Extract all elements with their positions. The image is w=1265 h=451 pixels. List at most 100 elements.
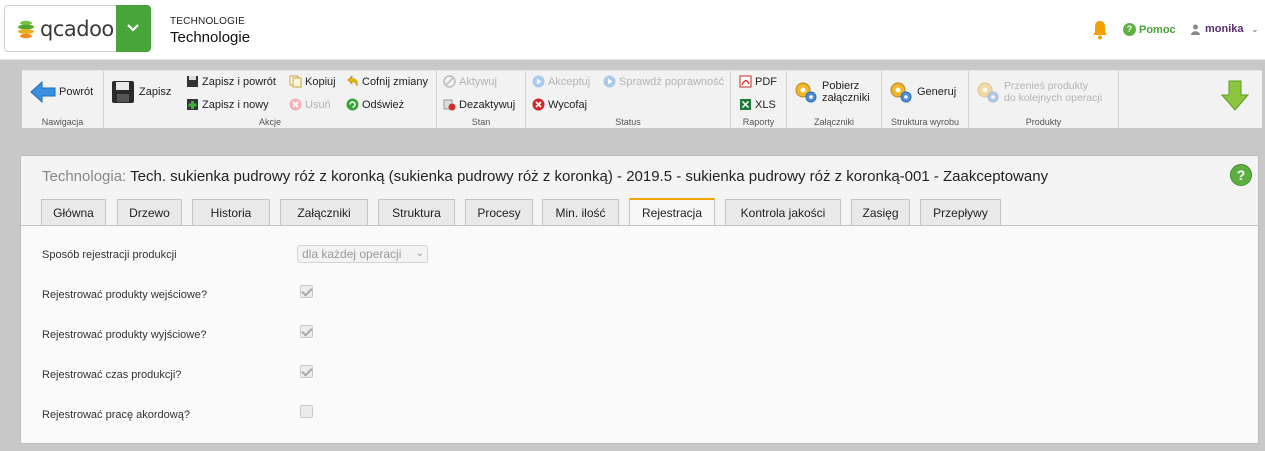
- copy-icon: [289, 75, 302, 88]
- register-production-time-checkbox[interactable]: [300, 365, 313, 378]
- help-link[interactable]: ? Pomoc: [1123, 23, 1176, 36]
- user-name: monika: [1205, 23, 1244, 35]
- floppy-disk-icon: [112, 81, 134, 103]
- ribbon-group-state: Aktywuj Dezaktywuj Stan: [437, 71, 526, 129]
- copy-button[interactable]: Kopiuj: [289, 75, 336, 88]
- production-registration-mode-label: Sposób rejestracji produkcji: [42, 249, 177, 261]
- deactivate-label: Dezaktywuj: [459, 98, 516, 111]
- app-category: TECHNOLOGIE: [170, 16, 245, 27]
- chevron-down-icon: ⌄: [1251, 24, 1259, 34]
- save-new-icon: [187, 99, 198, 110]
- save-button[interactable]: Zapisz: [110, 79, 171, 105]
- xls-icon: [740, 99, 751, 110]
- technology-form-panel: Technologia: Tech. sukienka pudrowy róż …: [20, 155, 1259, 444]
- download-attachments-label: Pobierz załączniki: [822, 80, 870, 104]
- tab-struktura[interactable]: Struktura: [378, 199, 455, 225]
- tab-przeplywy[interactable]: Przepływy: [920, 199, 1001, 225]
- tab-historia[interactable]: Historia: [192, 199, 270, 225]
- tab-zalaczniki[interactable]: Załączniki: [280, 199, 368, 225]
- delete-label: Usuń: [305, 98, 331, 111]
- user-icon: [1191, 24, 1200, 35]
- move-products-label: Przenieś produkty do kolejnych operacji: [1004, 80, 1102, 104]
- ribbon-group-actions: Zapisz Zapisz i powrót Zapisz i nowy Kop…: [104, 71, 437, 129]
- arrow-left-icon: [30, 80, 56, 104]
- chevron-down-icon: [127, 24, 139, 32]
- download-attachments-label-line2: załączniki: [822, 92, 870, 104]
- tab-glowna[interactable]: Główna: [41, 199, 106, 225]
- gears-icon: [890, 82, 912, 103]
- tab-kontrola-jakosci[interactable]: Kontrola jakości: [725, 199, 841, 225]
- arrow-down-icon[interactable]: [1220, 80, 1250, 112]
- activate-icon: [443, 75, 456, 88]
- register-production-time-label: Rejestrować czas produkcji?: [42, 369, 182, 381]
- gears-icon: [795, 82, 817, 103]
- help-label: Pomoc: [1139, 23, 1176, 36]
- top-bar: qcadoo TECHNOLOGIE Technologie ? Pomoc m…: [0, 0, 1265, 60]
- form-title: Technologia: Tech. sukienka pudrowy róż …: [42, 168, 1048, 185]
- user-menu[interactable]: monika ⌄: [1191, 23, 1258, 35]
- ribbon-group-status: Akceptuj Sprawdź poprawność Wycofaj Stat…: [526, 71, 731, 129]
- refresh-button[interactable]: Odśwież: [346, 98, 404, 111]
- group-label-status: Status: [615, 117, 641, 127]
- generate-label: Generuj: [917, 86, 957, 98]
- tab-min-ilosc[interactable]: Min. ilość: [542, 199, 619, 225]
- deactivate-button[interactable]: Dezaktywuj: [443, 98, 515, 111]
- undo-icon: [347, 75, 358, 87]
- form-title-prefix: Technologia:: [42, 168, 127, 185]
- undo-changes-button[interactable]: Cofnij zmiany: [346, 75, 428, 88]
- ribbon-group-products: Przenieś produkty do kolejnych operacji …: [969, 71, 1119, 129]
- back-label: Powrót: [59, 86, 94, 98]
- delete-button[interactable]: Usuń: [289, 98, 331, 111]
- save-label: Zapisz: [139, 86, 172, 98]
- register-piecework-checkbox[interactable]: [300, 405, 313, 418]
- refresh-icon: [346, 98, 359, 111]
- back-button[interactable]: Powrót: [30, 79, 93, 105]
- save-and-back-button[interactable]: Zapisz i powrót: [186, 75, 276, 88]
- help-icon[interactable]: ?: [1230, 164, 1252, 186]
- save-and-new-label: Zapisz i nowy: [202, 98, 269, 111]
- download-attachments-button[interactable]: Pobierz załączniki: [793, 79, 870, 105]
- ribbon-group-navigation: Powrót Nawigacja: [22, 71, 104, 129]
- pdf-button[interactable]: PDF: [739, 75, 777, 88]
- ribbon-group-reports: PDF XLS Raporty: [731, 71, 787, 129]
- menu-toggle-button[interactable]: [116, 5, 151, 52]
- accept-button[interactable]: Akceptuj: [532, 75, 590, 88]
- tab-rejestracja[interactable]: Rejestracja: [629, 198, 715, 226]
- refresh-label: Odśwież: [362, 98, 405, 111]
- bell-icon[interactable]: [1091, 20, 1109, 40]
- activate-button[interactable]: Aktywuj: [443, 75, 497, 88]
- xls-button[interactable]: XLS: [739, 98, 776, 111]
- withdraw-button[interactable]: Wycofaj: [532, 98, 587, 111]
- undo-changes-label: Cofnij zmiany: [362, 75, 429, 88]
- generate-button[interactable]: Generuj: [888, 79, 956, 105]
- register-input-products-checkbox[interactable]: [300, 285, 313, 298]
- ribbon-toolbar: Powrót Nawigacja Zapisz Zapisz i powrót …: [22, 70, 1262, 129]
- group-label-akcje: Akcje: [258, 117, 281, 127]
- move-products-button[interactable]: Przenieś produkty do kolejnych operacji: [975, 79, 1102, 105]
- group-label-zalaczniki: Załączniki: [813, 117, 854, 127]
- group-label-raporty: Raporty: [742, 117, 775, 127]
- logo-text: qcadoo: [40, 17, 114, 41]
- question-icon: ?: [1123, 23, 1136, 36]
- xls-label: XLS: [755, 98, 776, 111]
- group-label-produkty: Produkty: [1025, 117, 1062, 127]
- logo[interactable]: qcadoo: [4, 5, 117, 52]
- tab-zasieg[interactable]: Zasięg: [851, 199, 910, 225]
- save-and-new-button[interactable]: Zapisz i nowy: [186, 98, 269, 111]
- tab-drzewo[interactable]: Drzewo: [117, 199, 182, 225]
- check-correctness-button[interactable]: Sprawdź poprawność: [603, 75, 724, 88]
- deactivate-icon: [443, 99, 456, 111]
- download-attachments-label-line1: Pobierz: [822, 80, 860, 92]
- qcadoo-logo-icon: [18, 20, 34, 39]
- page-title: Technologie: [170, 29, 251, 46]
- pdf-label: PDF: [755, 75, 777, 88]
- tab-procesy[interactable]: Procesy: [465, 199, 533, 225]
- production-registration-mode-value: dla każdej operacji: [302, 247, 402, 261]
- withdraw-label: Wycofaj: [548, 98, 588, 111]
- production-registration-mode-select[interactable]: dla każdej operacji ⌄: [297, 245, 428, 263]
- group-label-stan: Stan: [471, 117, 491, 127]
- accept-label: Akceptuj: [548, 75, 591, 88]
- form-title-text: Tech. sukienka pudrowy róż z koronką (su…: [130, 168, 1049, 185]
- register-output-products-checkbox[interactable]: [300, 325, 313, 338]
- registration-tab-content: Sposób rejestracji produkcji dla każdej …: [21, 226, 1258, 443]
